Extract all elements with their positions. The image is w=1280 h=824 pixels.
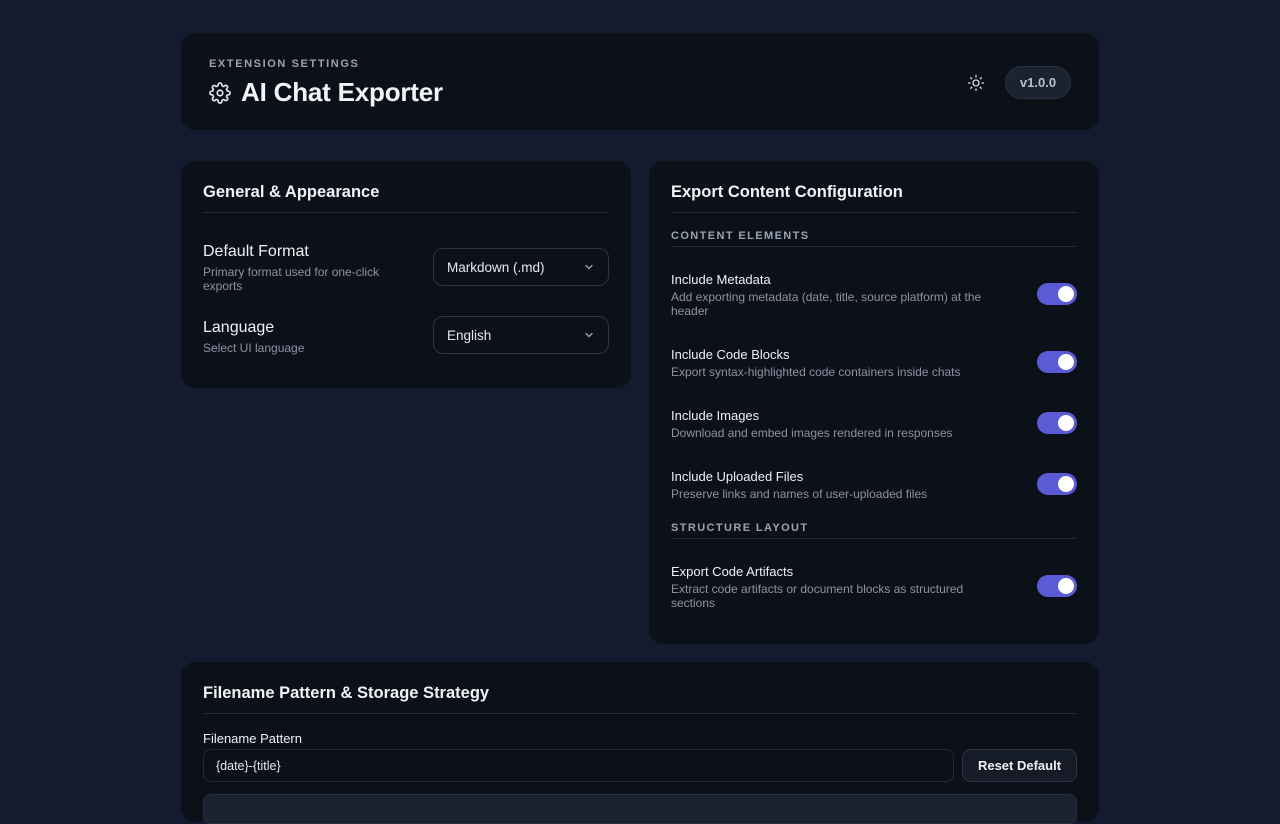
divider (203, 212, 609, 213)
toggle-knob (1058, 578, 1074, 594)
toggle-knob (1058, 415, 1074, 431)
divider (671, 246, 1077, 247)
general-appearance-panel: General & Appearance Default Format Prim… (181, 161, 631, 388)
version-badge: v1.0.0 (1005, 66, 1071, 99)
language-description: Select UI language (203, 341, 305, 355)
panel-title: Filename Pattern & Storage Strategy (203, 684, 490, 702)
export-code-artifacts-toggle[interactable] (1037, 575, 1077, 597)
default-format-value: Markdown (.md) (447, 259, 545, 275)
toggle-knob (1058, 354, 1074, 370)
language-select[interactable]: English (433, 316, 609, 354)
include-metadata-toggle[interactable] (1037, 283, 1077, 305)
storage-strategy-field[interactable] (203, 794, 1077, 824)
filename-pattern-label: Filename Pattern (203, 731, 302, 746)
section-label-structure-layout: STRUCTURE LAYOUT (671, 522, 809, 534)
include-images-description: Download and embed images rendered in re… (671, 426, 953, 440)
default-format-select[interactable]: Markdown (.md) (433, 248, 609, 286)
include-metadata-description: Add exporting metadata (date, title, sou… (671, 290, 982, 318)
include-uploaded-files-description: Preserve links and names of user-uploade… (671, 487, 928, 501)
language-value: English (447, 327, 492, 343)
include-code-blocks-description: Export syntax-highlighted code container… (671, 365, 961, 379)
include-images-toggle[interactable] (1037, 412, 1077, 434)
include-images-label: Include Images (671, 408, 760, 423)
export-code-artifacts-label: Export Code Artifacts (671, 564, 794, 579)
include-uploaded-files-toggle[interactable] (1037, 473, 1077, 495)
chevron-down-icon (585, 264, 593, 270)
page-title: AI Chat Exporter (241, 77, 443, 107)
reset-default-button[interactable]: Reset Default (962, 749, 1077, 782)
settings-header: EXTENSION SETTINGS AI Chat Exporter v1.0… (181, 33, 1099, 130)
include-code-blocks-label: Include Code Blocks (671, 347, 790, 362)
theme-toggle-button[interactable] (964, 71, 988, 95)
divider (671, 538, 1077, 539)
chevron-down-icon (585, 332, 593, 338)
panel-title: General & Appearance (203, 183, 380, 201)
include-uploaded-files-label: Include Uploaded Files (671, 469, 804, 484)
gear-icon (209, 82, 231, 104)
default-format-description: Primary format used for one-click export… (203, 265, 380, 293)
sun-icon (967, 74, 985, 92)
divider (203, 713, 1077, 714)
filename-storage-panel: Filename Pattern & Storage Strategy File… (181, 662, 1099, 824)
toggle-knob (1058, 286, 1074, 302)
divider (671, 212, 1077, 213)
header-eyebrow: EXTENSION SETTINGS (209, 58, 360, 70)
default-format-label: Default Format (203, 243, 309, 260)
section-label-content-elements: CONTENT ELEMENTS (671, 230, 810, 242)
include-metadata-label: Include Metadata (671, 272, 771, 287)
export-code-artifacts-description: Extract code artifacts or document block… (671, 582, 964, 610)
include-code-blocks-toggle[interactable] (1037, 351, 1077, 373)
export-content-panel: Export Content Configuration CONTENT ELE… (649, 161, 1099, 644)
language-label: Language (203, 319, 275, 336)
toggle-knob (1058, 476, 1074, 492)
panel-title: Export Content Configuration (671, 183, 903, 201)
filename-pattern-input[interactable] (203, 749, 954, 782)
